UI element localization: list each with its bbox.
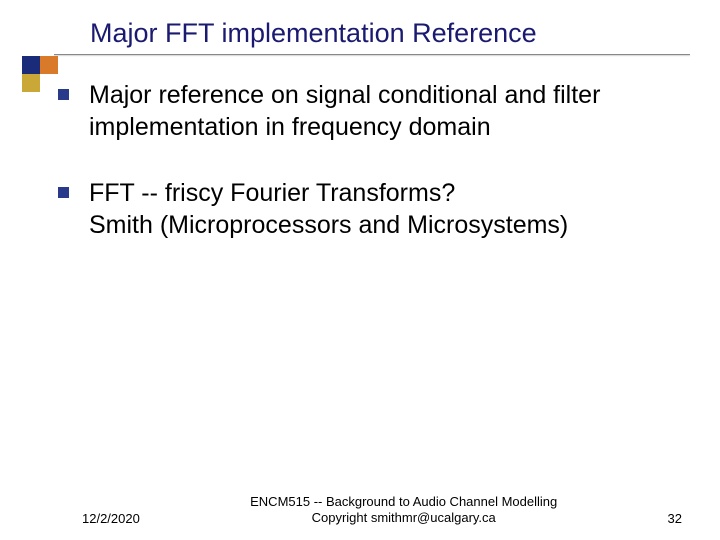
slide-title: Major FFT implementation Reference xyxy=(90,18,720,49)
bullet-item: FFT -- friscy Fourier Transforms?Smith (… xyxy=(58,177,680,241)
bullet-text: FFT -- friscy Fourier Transforms?Smith (… xyxy=(89,177,568,241)
footer-center: ENCM515 -- Background to Audio Channel M… xyxy=(140,494,668,527)
bullet-square-icon xyxy=(58,89,69,100)
corner-square-gold xyxy=(22,74,40,92)
footer-page-number: 32 xyxy=(668,511,682,526)
footer-date: 12/2/2020 xyxy=(82,511,140,526)
slide-footer: 12/2/2020 ENCM515 -- Background to Audio… xyxy=(0,494,720,527)
corner-square-navy xyxy=(22,56,40,74)
corner-square-orange xyxy=(40,56,58,74)
bullet-square-icon xyxy=(58,187,69,198)
title-underline xyxy=(54,54,690,55)
slide-body: Major reference on signal conditional an… xyxy=(0,61,720,241)
slide-title-area: Major FFT implementation Reference xyxy=(0,0,720,61)
corner-decoration xyxy=(22,56,58,92)
footer-line1: ENCM515 -- Background to Audio Channel M… xyxy=(250,494,557,509)
footer-line2: Copyright smithmr@ucalgary.ca xyxy=(312,510,496,525)
bullet-item: Major reference on signal conditional an… xyxy=(58,79,680,143)
bullet-text: Major reference on signal conditional an… xyxy=(89,79,680,143)
